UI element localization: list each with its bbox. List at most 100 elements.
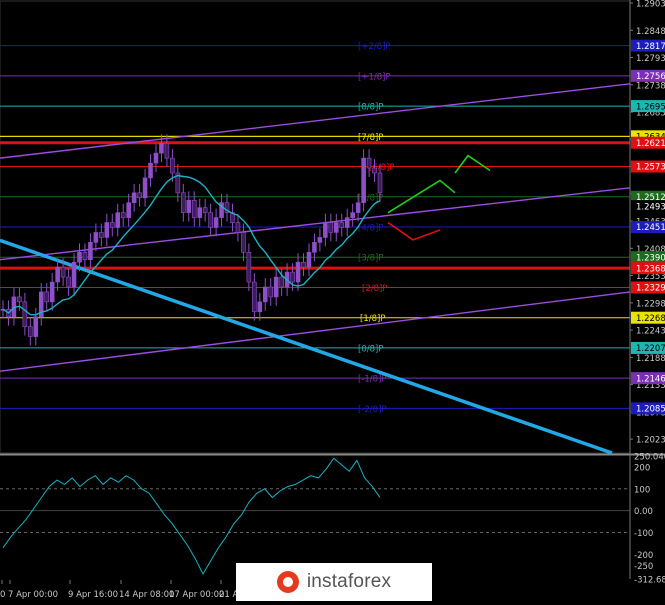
candle bbox=[246, 251, 252, 283]
price-highlight-label: 1.2756 bbox=[636, 72, 665, 82]
time-axis-label: 9 Apr 16:00 bbox=[68, 590, 118, 600]
candle bbox=[33, 316, 39, 337]
price-highlight-label: 1.2621 bbox=[636, 139, 665, 149]
price-highlight-label: 1.2817 bbox=[636, 42, 665, 52]
candle bbox=[44, 291, 50, 303]
candle bbox=[344, 217, 350, 228]
candle bbox=[109, 222, 115, 228]
candle bbox=[66, 276, 71, 288]
candle bbox=[77, 251, 82, 263]
candle bbox=[290, 271, 295, 283]
candle bbox=[279, 276, 284, 288]
candle bbox=[131, 192, 137, 204]
candle bbox=[82, 251, 88, 261]
price-axis-tick-label: 1.2298 bbox=[636, 299, 665, 309]
murrey-level-label: [-2/8]P bbox=[358, 405, 387, 415]
candle bbox=[301, 261, 306, 268]
candle bbox=[350, 212, 355, 218]
murrey-level-label: [-1/8]P bbox=[358, 375, 387, 385]
candle bbox=[328, 222, 334, 233]
candle bbox=[372, 167, 377, 174]
price-axis-tick-label: 1.2903 bbox=[636, 0, 665, 10]
cci-axis-tick-label: -100 bbox=[634, 529, 653, 539]
candle bbox=[164, 142, 170, 159]
candle bbox=[99, 232, 104, 238]
cci-axis-tick-label: 250.0403 bbox=[634, 453, 665, 463]
candle bbox=[355, 202, 361, 213]
murrey-level-label: [2/8]P bbox=[362, 284, 387, 294]
candle bbox=[312, 242, 317, 253]
price-axis-tick-label: 1.2023 bbox=[636, 436, 665, 446]
candle bbox=[153, 152, 159, 164]
candle bbox=[208, 212, 213, 228]
candle bbox=[377, 172, 383, 194]
cci-axis-tick-label: -312.6821 bbox=[634, 576, 665, 586]
price-highlight-label: 1.2493 bbox=[636, 202, 665, 212]
price-axis-tick-label: 1.2738 bbox=[636, 81, 665, 91]
candle bbox=[366, 157, 372, 169]
price-highlight-label: 1.2695 bbox=[636, 102, 665, 112]
candle bbox=[142, 177, 148, 199]
candle bbox=[268, 286, 274, 298]
price-highlight-label: 1.2573 bbox=[636, 163, 665, 173]
price-highlight-label: 1.2207 bbox=[636, 344, 665, 354]
price-highlight-label: 1.2390 bbox=[636, 253, 665, 263]
candle bbox=[317, 237, 323, 243]
price-axis-tick-label: 1.2188 bbox=[636, 354, 665, 364]
cci-axis-tick-label: -200 bbox=[634, 551, 653, 561]
chart-stage: [+2/8]P[+1/8]P[8/8]P[7/8]P[6/8]P[5/8]P[4… bbox=[0, 0, 665, 605]
candle bbox=[137, 192, 142, 199]
instaforex-logo: instaforex bbox=[236, 563, 432, 601]
candle bbox=[88, 242, 93, 261]
candle bbox=[202, 207, 208, 213]
price-highlight-label: 1.2085 bbox=[636, 405, 665, 415]
price-axis-tick-label: 1.2848 bbox=[636, 27, 665, 37]
murrey-level-label: [8/8]P bbox=[358, 103, 383, 113]
price-highlight-label: 1.2368 bbox=[636, 264, 665, 274]
time-axis-label: 7 Apr 00:00 bbox=[8, 590, 58, 600]
time-axis-label: 14 Apr 08:00 bbox=[119, 590, 174, 600]
time-axis-label: 0 bbox=[0, 590, 5, 600]
price-highlight-label: 1.2329 bbox=[636, 284, 665, 294]
murrey-level-label: [+1/8]P bbox=[358, 72, 391, 82]
candle bbox=[273, 276, 279, 298]
murrey-level-label: [4/8]P bbox=[358, 224, 383, 234]
instaforex-logo-icon bbox=[276, 571, 299, 593]
candle bbox=[159, 142, 164, 154]
candle bbox=[333, 222, 339, 233]
cci-axis-tick-label: 100 bbox=[634, 485, 650, 495]
price-highlight-label: 1.2268 bbox=[636, 314, 665, 324]
candle bbox=[213, 217, 219, 228]
candle bbox=[181, 192, 186, 213]
price-highlight-label: 1.2146 bbox=[636, 374, 665, 384]
candle bbox=[93, 232, 99, 243]
price-axis-tick-label: 1.2793 bbox=[636, 54, 665, 64]
candle bbox=[252, 281, 257, 313]
candle bbox=[186, 199, 192, 213]
murrey-level-label: [3/8]P bbox=[358, 254, 383, 264]
candle bbox=[126, 202, 131, 218]
candle bbox=[295, 261, 301, 283]
cci-axis-tick-label: -250 bbox=[634, 562, 653, 572]
cci-axis-tick-label: 200 bbox=[634, 463, 650, 473]
candle bbox=[170, 157, 175, 174]
candle bbox=[60, 266, 66, 278]
price-highlight-label: 1.2451 bbox=[636, 223, 665, 233]
candle bbox=[197, 207, 202, 218]
candle bbox=[339, 222, 345, 228]
candle bbox=[17, 296, 22, 303]
murrey-level-label: [+2/8]P bbox=[358, 42, 391, 52]
time-axis-label: 17 Apr 00:00 bbox=[169, 590, 224, 600]
murrey-level-label: [0/8]P bbox=[358, 344, 383, 354]
candle bbox=[55, 266, 60, 283]
candle bbox=[361, 157, 366, 204]
watermark-text: instaforex bbox=[306, 571, 392, 592]
candle bbox=[257, 301, 263, 313]
candle bbox=[28, 326, 33, 337]
candle bbox=[323, 222, 328, 238]
candle bbox=[115, 212, 121, 228]
candle bbox=[22, 301, 28, 327]
price-axis-tick-label: 1.2243 bbox=[636, 327, 665, 337]
candle bbox=[120, 212, 126, 218]
candle bbox=[241, 232, 246, 253]
